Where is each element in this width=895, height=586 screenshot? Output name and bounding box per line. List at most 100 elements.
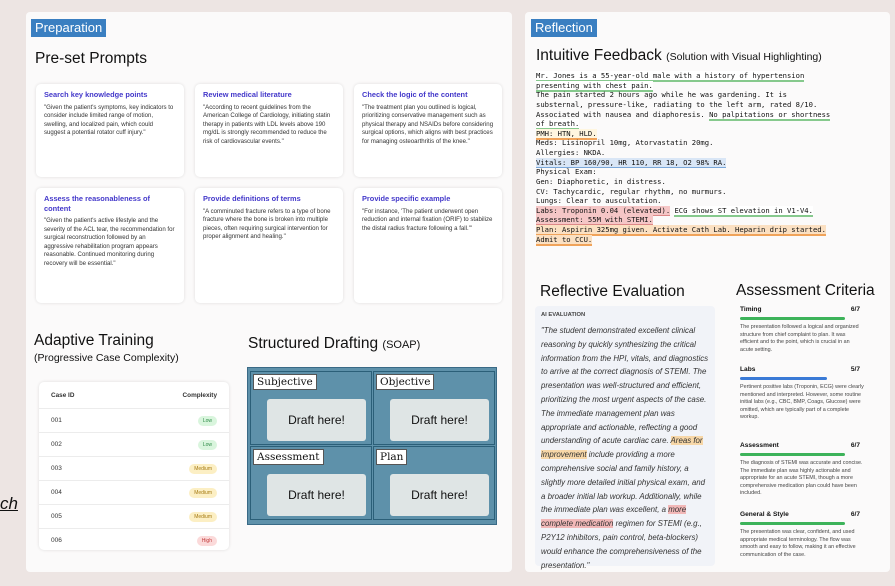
case-line: Lungs: Clear to auscultation.: [536, 196, 662, 206]
soap-title-suffix: (SOAP): [382, 339, 421, 351]
complexity-badge: Medium: [189, 512, 217, 522]
criterion-timing: Timing 6/7 The presentation followed a l…: [738, 306, 864, 366]
criterion-score: 6/7: [850, 442, 860, 449]
preset-prompts-title: Pre-set Prompts: [35, 50, 147, 67]
case-line: Associated with nausea and diaphoresis.: [536, 109, 710, 119]
ai-evaluation-text: "The student demonstrated excellent clin…: [541, 324, 709, 572]
prompt-card-title: Search key knowledge points: [44, 90, 148, 99]
assessment-label: Assessment: [253, 449, 324, 465]
table-row[interactable]: 004 Medium: [39, 480, 229, 504]
criterion-desc: The diagnosis of STEMI was accurate and …: [740, 460, 863, 496]
reflection-label: Reflection: [531, 19, 597, 37]
complexity-badge: Low: [197, 416, 217, 426]
case-line: CV: Tachycardic, regular rhythm, no murm…: [536, 186, 727, 196]
soap-objective: Objective Draft here!: [373, 371, 495, 445]
criterion-assessment: Assessment 6/7 The diagnosis of STEMI wa…: [738, 442, 864, 502]
criterion-score-bar: [740, 522, 845, 525]
highlight-green: ECG shows ST elevation in V1-V4.: [674, 205, 813, 217]
highlight-green: No palpitations or shortness: [709, 109, 831, 121]
table-row[interactable]: 001 Low: [39, 408, 229, 432]
table-row[interactable]: 002 Low: [39, 432, 229, 456]
prompt-card-example[interactable]: Provide specific example "For instance, …: [354, 188, 502, 303]
criterion-name: Assessment: [740, 442, 779, 449]
case-line: Physical Exam:: [536, 167, 597, 177]
feedback-title-text: Intuitive Feedback: [536, 47, 662, 64]
case-line: Gen: Diaphoretic, in distress.: [536, 176, 666, 186]
ai-evaluation-label: AI EVALUATION: [541, 312, 586, 318]
prompt-card-literature[interactable]: Review medical literature "According to …: [195, 84, 343, 177]
highlight-red: Labs: Troponin 0.04 (elevated).: [536, 205, 671, 216]
prompt-card-title: Provide definitions of terms: [203, 194, 301, 203]
highlight-red: Assessment: 55M with STEMI.: [536, 215, 653, 226]
case-line: substernal, pressure-like, radiating to …: [536, 99, 818, 109]
preparation-label: Preparation: [31, 19, 107, 37]
complexity-badge: Medium: [189, 488, 217, 498]
criterion-score: 6/7: [850, 511, 860, 518]
case-line: The pain started 2 hours ago while he wa…: [536, 90, 787, 100]
prompt-card-body: "According to recent guidelines from the…: [203, 103, 331, 145]
case-id: 006: [51, 537, 62, 544]
criterion-score-bar: [740, 377, 827, 380]
table-row[interactable]: 006 High: [39, 528, 229, 552]
criterion-score: 6/7: [850, 306, 860, 313]
prompt-card-definitions[interactable]: Provide definitions of terms "A comminut…: [195, 188, 343, 303]
case-line: Allergies: NKDA.: [536, 148, 606, 157]
complexity-badge: Low: [197, 440, 217, 450]
soap-board: Subjective Draft here! Objective Draft h…: [247, 367, 497, 525]
case-id: 004: [51, 489, 62, 496]
case-id: 005: [51, 513, 62, 520]
table-row[interactable]: 005 Medium: [39, 504, 229, 528]
soap-title-text: Structured Drafting: [248, 335, 379, 352]
soap-assessment: Assessment Draft here!: [250, 446, 372, 520]
prompt-card-logic[interactable]: Check the logic of the content "The trea…: [354, 84, 502, 177]
plan-label: Plan: [376, 449, 408, 465]
prompt-card-title: Review medical literature: [203, 90, 292, 99]
structured-drafting-title: Structured Drafting (SOAP): [248, 335, 420, 353]
case-id: 001: [51, 417, 62, 424]
prompt-card-reasonableness[interactable]: Assess the reasonableness of content "Gi…: [36, 188, 184, 303]
case-table: Case ID Complexity 001 Low 002 Low 003 Medi…: [39, 382, 229, 550]
criterion-name: Timing: [740, 306, 762, 313]
draft-subjective-button[interactable]: Draft here!: [267, 399, 366, 441]
criterion-general-style: General & Style 6/7 The presentation was…: [738, 511, 864, 571]
cropped-edge-text: ch: [0, 494, 18, 513]
criterion-desc: Pertinent positive labs (Troponin, ECG) …: [740, 384, 864, 420]
criterion-labs: Labs 5/7 Pertinent positive labs (Tropon…: [738, 366, 864, 436]
prompt-card-title: Check the logic of the content: [362, 90, 468, 99]
criterion-name: Labs: [740, 366, 756, 373]
prompt-card-title: Provide specific example: [362, 194, 451, 203]
eval-part: "The student demonstrated excellent clin…: [541, 326, 709, 446]
case-presentation-text: Mr. Jones is a 55-year-old male with a h…: [536, 71, 831, 246]
highlight-orange: Admit to CCU.: [536, 234, 593, 246]
adaptive-title-text: Adaptive Training: [34, 332, 154, 349]
complexity-badge: Medium: [189, 464, 217, 474]
table-row[interactable]: 003 Medium: [39, 456, 229, 480]
complexity-badge: High: [196, 536, 217, 546]
criterion-desc: The presentation followed a logical and …: [740, 324, 859, 353]
criterion-score: 5/7: [850, 366, 860, 373]
prompt-card-body: "Given the patient's symptoms, key indic…: [44, 103, 174, 137]
prompt-card-search[interactable]: Search key knowledge points "Given the p…: [36, 84, 184, 177]
soap-subjective: Subjective Draft here!: [250, 371, 372, 445]
draft-objective-button[interactable]: Draft here!: [390, 399, 489, 441]
subjective-label: Subjective: [253, 374, 317, 390]
draft-assessment-button[interactable]: Draft here!: [267, 474, 366, 516]
col-complexity: Complexity: [182, 392, 217, 399]
prompt-card-body: "A comminuted fracture refers to a type …: [203, 207, 331, 241]
reflective-evaluation-title: Reflective Evaluation: [540, 283, 685, 300]
criterion-score-bar: [740, 453, 845, 456]
case-id: 003: [51, 465, 62, 472]
ai-evaluation-box: AI EVALUATION "The student demonstrated …: [535, 306, 715, 570]
draft-plan-button[interactable]: Draft here!: [390, 474, 489, 516]
criterion-name: General & Style: [740, 511, 789, 518]
col-case-id: Case ID: [51, 392, 75, 399]
soap-plan: Plan Draft here!: [373, 446, 495, 520]
assessment-criteria-title: Assessment Criteria: [736, 282, 875, 299]
case-id: 002: [51, 441, 62, 448]
case-line: Meds: Lisinopril 10mg, Atorvastatin 20mg…: [536, 138, 714, 148]
highlight-blue: Vitals: BP 160/90, HR 110, RR 18, O2 98%…: [536, 157, 727, 168]
prompt-card-body: "Given the patient's active lifestyle an…: [44, 217, 175, 267]
adaptive-subtitle: (Progressive Case Complexity): [34, 352, 179, 364]
feedback-title-suffix: (Solution with Visual Highlighting): [666, 51, 822, 63]
intuitive-feedback-title: Intuitive Feedback (Solution with Visual…: [536, 47, 822, 65]
